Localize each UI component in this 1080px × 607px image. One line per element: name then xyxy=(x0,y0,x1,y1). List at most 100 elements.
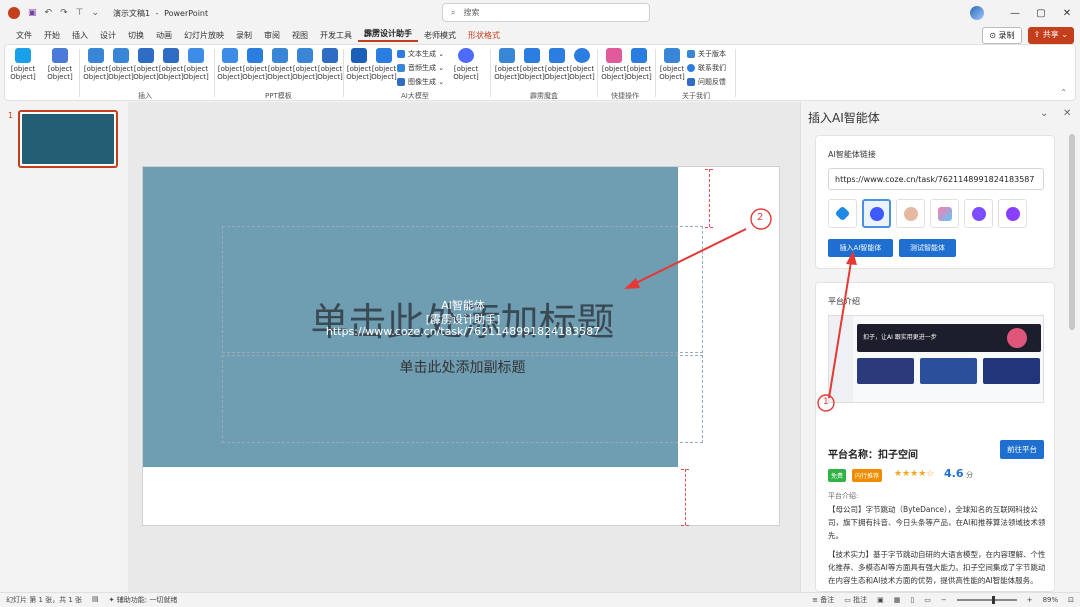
platform-intro-heading: 平台介绍 xyxy=(828,297,860,306)
insert-agent-button[interactable]: 插入AI智能体 xyxy=(828,239,893,257)
tab-slideshow[interactable]: 幻灯片放映 xyxy=(178,30,230,41)
agent-url-input[interactable] xyxy=(828,168,1044,190)
search-placeholder: 搜索 xyxy=(463,8,480,17)
slide-count-status: 幻灯片 第 1 张，共 1 张 xyxy=(6,596,83,604)
ribbon-group-pili-box: 霹雳魔盒 xyxy=(530,92,558,100)
agent-option-6[interactable] xyxy=(998,199,1027,228)
goto-platform-button[interactable]: 前往平台 xyxy=(1000,440,1044,459)
tab-pili-design-assistant[interactable]: 霹雳设计助手 xyxy=(358,28,418,42)
export-icon xyxy=(631,48,647,63)
cube-icon xyxy=(834,205,851,222)
chevron-down-icon[interactable]: ⌄ xyxy=(1040,108,1048,119)
slide-thumbnail[interactable] xyxy=(18,110,118,168)
test-agent-button[interactable]: 测试智能体 xyxy=(899,239,956,257)
accessibility-status[interactable]: ✦ 辅助功能: 一切就绪 xyxy=(109,595,178,605)
tab-record[interactable]: 录制 xyxy=(230,30,258,41)
ribbon-more-templates-button[interactable]: [object Object] xyxy=(315,48,345,81)
comments-button[interactable]: ▭ 批注 xyxy=(844,595,867,605)
title-bar: ▣ ↶ ↷ ⊤ ⌄ 演示文稿1 - PowerPoint ⌕ 搜索 — ▢ ✕ xyxy=(0,0,1080,26)
tab-review[interactable]: 审阅 xyxy=(258,30,286,41)
ribbon-contact-button[interactable]: 联系我们 xyxy=(687,63,726,73)
agent-option-1[interactable] xyxy=(828,199,857,228)
tab-view[interactable]: 视图 xyxy=(286,30,314,41)
tab-shape-format[interactable]: 形状格式 xyxy=(462,30,506,41)
slide[interactable]: 单击此处添加标题 AI智能体 [霹雳设计助手] https://www.coze… xyxy=(142,166,780,526)
recolor-icon xyxy=(606,48,622,63)
platform-screenshot: 扣子，让AI 跟实用更进一步 xyxy=(828,315,1044,403)
zoom-slider[interactable] xyxy=(956,596,1017,604)
ribbon-role-switch-button[interactable]: [object Object] xyxy=(45,48,75,81)
search-box[interactable]: ⌕ 搜索 xyxy=(442,3,650,22)
star-badge-icon xyxy=(971,206,986,221)
agent-option-3[interactable] xyxy=(896,199,925,228)
save-icon[interactable]: ▣ xyxy=(28,8,37,18)
record-button[interactable]: ⊙ 录制 xyxy=(982,27,1022,44)
zoom-in-icon[interactable]: + xyxy=(1027,596,1033,604)
tab-teacher-mode[interactable]: 老师模式 xyxy=(418,30,462,41)
ribbon-group-about-us: 关于我们 xyxy=(682,92,710,100)
zoom-level[interactable]: 89% xyxy=(1043,596,1059,604)
ribbon-image-generate-button[interactable]: 图像生成 ⌄ xyxy=(397,77,444,87)
spellcheck-icon[interactable]: ▤ xyxy=(92,595,99,605)
slide-sorter-icon[interactable]: ▦ xyxy=(894,596,901,604)
ribbon-deepseek-button[interactable]: [object Object] xyxy=(447,48,485,81)
ribbon-quick-export-button[interactable]: [object Object] xyxy=(624,48,654,81)
slideshow-view-icon[interactable]: ▭ xyxy=(924,596,931,604)
ribbon-feedback-button[interactable]: 问题反馈 xyxy=(687,77,726,87)
window-title: 演示文稿1 - PowerPoint xyxy=(113,8,209,18)
ribbon-pili-assistant-button[interactable]: [object Object] xyxy=(8,48,38,81)
tab-transitions[interactable]: 切换 xyxy=(122,30,150,41)
close-icon[interactable]: ✕ xyxy=(1054,8,1080,19)
coze-icon xyxy=(869,206,884,221)
redo-icon[interactable]: ↷ xyxy=(60,8,68,18)
ribbon-about-version-button[interactable]: 关于版本 xyxy=(687,49,726,59)
smart-guide xyxy=(685,469,686,525)
tab-file[interactable]: 文件 xyxy=(10,30,38,41)
enterprise-icon xyxy=(222,48,238,63)
close-panel-icon[interactable]: ✕ xyxy=(1063,108,1071,119)
feedback-icon xyxy=(687,78,695,86)
maximize-icon[interactable]: ▢ xyxy=(1028,8,1054,19)
tab-design[interactable]: 设计 xyxy=(94,30,122,41)
quick-access-toolbar: ▣ ↶ ↷ ⊤ ⌄ xyxy=(28,8,99,18)
reading-view-icon[interactable]: ▯ xyxy=(910,596,914,604)
pin-icon[interactable]: ⊤ xyxy=(76,8,84,18)
agent-link-heading: AI智能体链接 xyxy=(828,150,876,159)
notes-button[interactable]: ≡ 备注 xyxy=(812,595,834,605)
collapse-ribbon-icon[interactable]: ⌃ xyxy=(1060,88,1067,97)
ribbon-countdown-button[interactable]: [object Object] xyxy=(567,48,597,81)
tab-developer[interactable]: 开发工具 xyxy=(314,30,358,41)
ribbon-h5-player-button[interactable]: [object Object] xyxy=(181,48,211,81)
agent-option-coze[interactable] xyxy=(862,199,891,228)
tab-home[interactable]: 开始 xyxy=(38,30,66,41)
agent-option-4[interactable] xyxy=(930,199,959,228)
zoom-slider-knob[interactable] xyxy=(992,596,996,604)
panel-scrollbar[interactable] xyxy=(1069,134,1075,330)
fit-slide-icon[interactable]: ⊡ xyxy=(1068,596,1074,604)
ribbon-ppt-generate-button[interactable]: [object Object] xyxy=(369,48,399,81)
agent-option-5[interactable] xyxy=(964,199,993,228)
normal-view-icon[interactable]: ▣ xyxy=(877,596,884,604)
customize-icon[interactable]: ⌄ xyxy=(91,8,99,18)
minimize-icon[interactable]: — xyxy=(1002,8,1028,19)
ribbon-audio-generate-button[interactable]: 音频生成 ⌄ xyxy=(397,63,444,73)
tag-recommended: 内行推荐 xyxy=(852,469,883,482)
undo-icon[interactable]: ↶ xyxy=(45,8,53,18)
ribbon-help-button[interactable]: [object Object] xyxy=(657,48,687,81)
ribbon-separator xyxy=(655,49,656,97)
smart-guide xyxy=(709,169,710,227)
platform-sidebar xyxy=(829,316,853,402)
countdown-icon xyxy=(574,48,590,63)
vr-icon xyxy=(113,48,129,63)
rating-unit: 分 xyxy=(966,471,973,479)
ribbon-text-generate-button[interactable]: 文本生成 ⌄ xyxy=(397,49,444,59)
tab-insert[interactable]: 插入 xyxy=(66,30,94,41)
agent-platform-list xyxy=(828,199,1027,228)
avatar[interactable] xyxy=(970,6,984,20)
zoom-out-icon[interactable]: − xyxy=(941,596,947,604)
share-button[interactable]: ⇪ 共享 ⌄ xyxy=(1027,27,1074,44)
stack-icon xyxy=(937,206,952,221)
tab-animations[interactable]: 动画 xyxy=(150,30,178,41)
platform-name: 平台名称：扣子空间 xyxy=(828,450,918,461)
ribbon-group-ppt-templates: PPT模板 xyxy=(265,92,292,100)
